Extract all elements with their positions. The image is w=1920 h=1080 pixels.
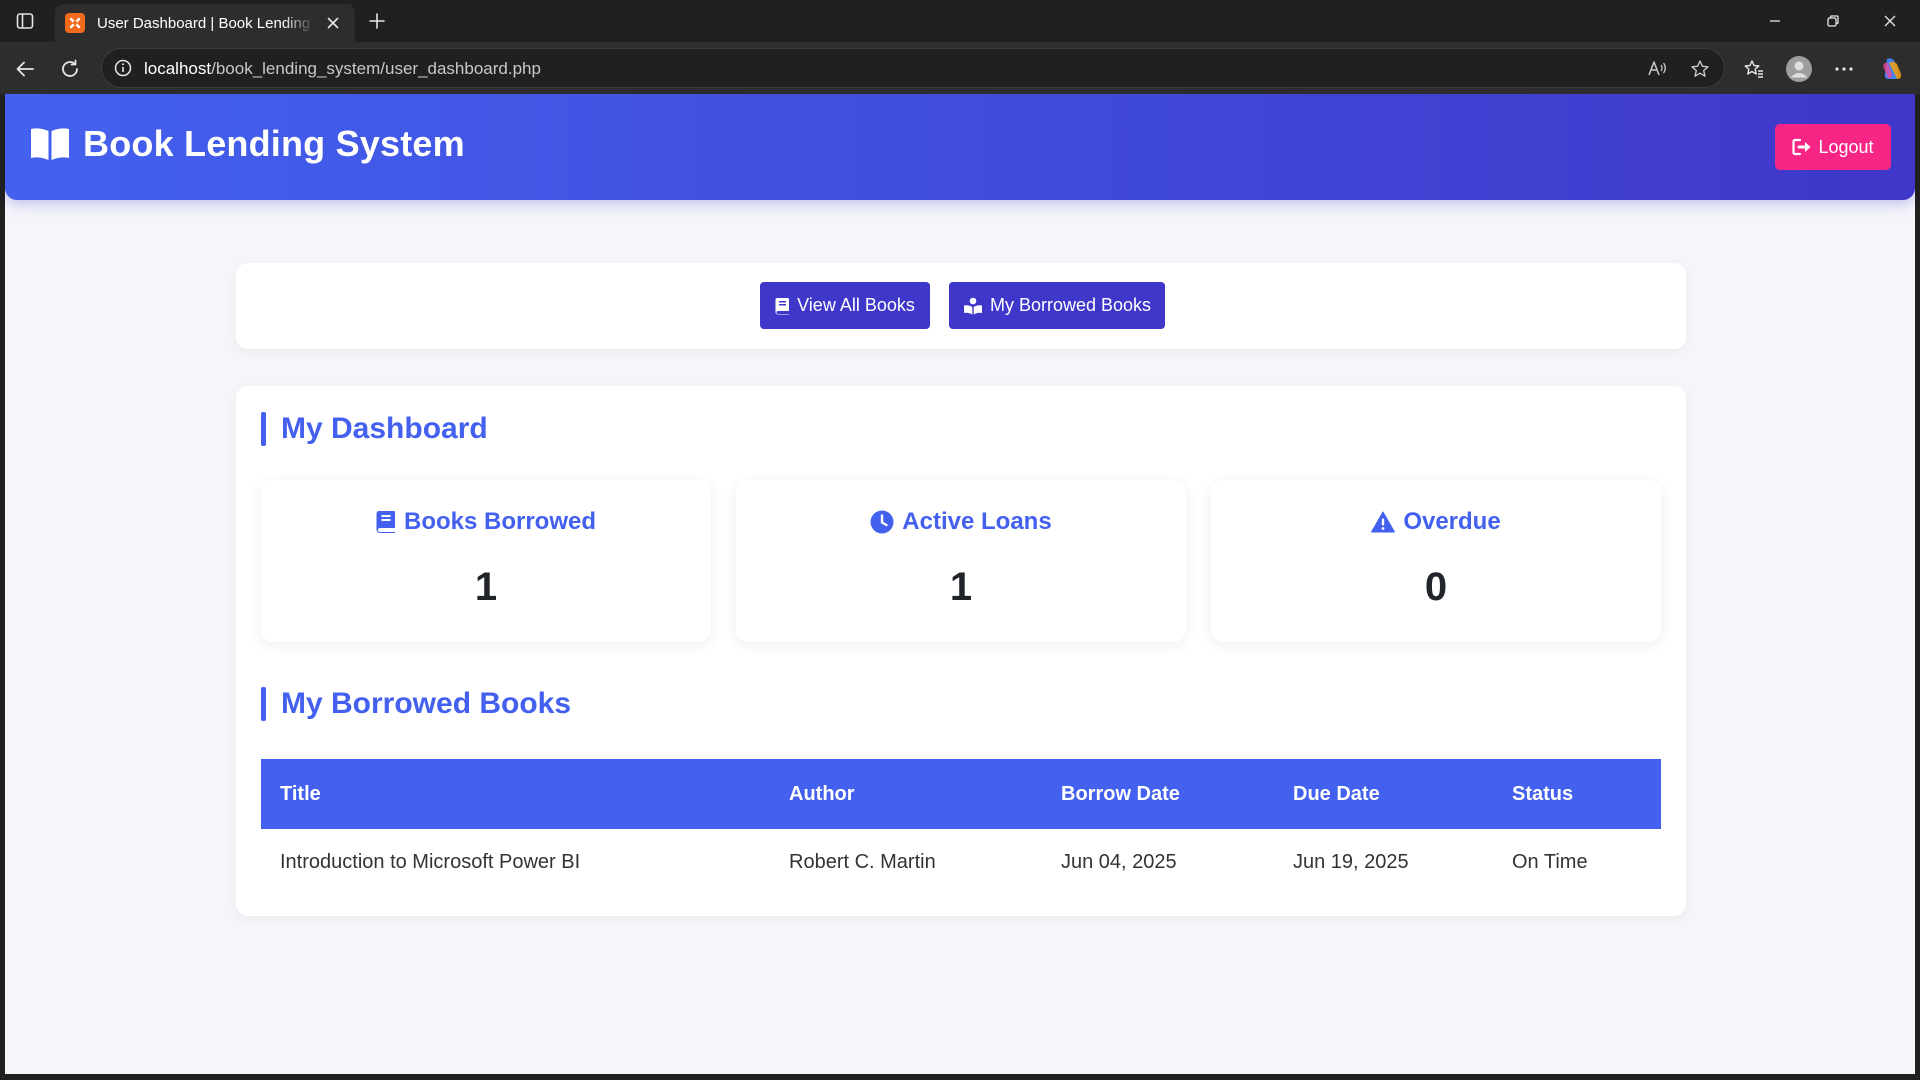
view-all-books-label: View All Books [797,295,915,315]
close-icon[interactable] [321,11,345,35]
cell-author: Robert C. Martin [789,850,936,873]
app-header: Book Lending System Logout [5,94,1915,200]
dashboard-card: My Dashboard Books Borrowed 1 Active Loa… [236,386,1686,916]
stat-value: 0 [1424,565,1448,609]
close-window-icon[interactable] [1867,6,1913,36]
borrowed-books-title: My Borrowed Books [281,687,572,720]
cell-status: On Time [1512,850,1588,873]
column-header-author: Author [789,782,855,805]
restore-icon[interactable] [1810,6,1856,36]
copilot-icon[interactable] [1877,54,1907,84]
logout-label: Logout [1818,136,1874,157]
cell-borrow-date: Jun 04, 2025 [1061,850,1177,873]
stat-card-active-loans: Active Loans 1 [736,480,1186,642]
browser-toolbar: localhost/book_lending_system/user_dashb… [0,42,1920,94]
my-borrowed-books-label: My Borrowed Books [989,295,1152,315]
my-borrowed-books-button[interactable]: My Borrowed Books [949,282,1165,329]
favorite-star-icon[interactable] [1688,57,1712,81]
warning-icon [1371,511,1396,533]
column-header-status: Status [1512,782,1574,805]
read-aloud-icon[interactable] [1645,57,1669,81]
stat-label: Overdue [1403,508,1501,535]
open-book-icon [31,128,69,160]
browser-tab[interactable]: User Dashboard | Book Lending System [55,4,355,42]
app-title: Book Lending System [83,123,465,164]
heading-accent-bar [261,412,266,446]
column-header-title: Title [280,782,321,805]
stat-card-overdue: Overdue 0 [1211,480,1661,642]
borrowed-books-heading: My Borrowed Books [261,687,571,721]
minimize-icon[interactable] [1752,6,1798,36]
sign-out-icon [1792,138,1811,156]
url-host: localhost [144,59,212,78]
table-header-row: Title Author Borrow Date Due Date Status [261,759,1661,829]
book-reader-icon [963,297,982,314]
logout-button[interactable]: Logout [1775,124,1891,170]
xampp-favicon-icon [65,13,85,33]
dashboard-heading: My Dashboard [261,412,488,446]
dashboard-title: My Dashboard [281,412,488,445]
browser-tab-bar: User Dashboard | Book Lending System [0,0,1920,42]
brand[interactable]: Book Lending System [29,123,465,165]
site-info-icon[interactable] [113,58,133,78]
borrowed-books-table: Title Author Borrow Date Due Date Status… [261,759,1661,895]
cell-title: Introduction to Microsoft Power BI [280,850,581,873]
view-all-books-button[interactable]: View All Books [760,282,930,329]
stat-value: 1 [949,565,973,609]
stat-card-books-borrowed: Books Borrowed 1 [261,480,711,642]
clock-icon [870,510,894,534]
sidebar-toggle-icon[interactable] [12,9,38,33]
book-icon [775,297,790,314]
reload-icon[interactable] [55,54,85,84]
url-text[interactable]: localhost/book_lending_system/user_dashb… [144,59,541,79]
stat-label: Active Loans [902,508,1052,535]
book-icon [376,511,395,533]
new-tab-icon[interactable] [364,8,390,34]
table-row: Introduction to Microsoft Power BI Rober… [261,829,1661,895]
back-icon[interactable] [10,54,40,84]
stat-label: Books Borrowed [403,508,597,535]
column-header-borrow-date: Borrow Date [1061,782,1180,805]
favorites-icon[interactable] [1739,54,1769,84]
profile-avatar-icon[interactable] [1784,54,1814,84]
navigation-card: View All Books My Borrowed Books [236,263,1686,349]
url-path: /book_lending_system/user_dashboard.php [211,59,541,78]
cell-due-date: Jun 19, 2025 [1293,850,1409,873]
stat-header: Overdue [1211,508,1661,536]
stat-value: 1 [474,565,498,609]
stat-header: Active Loans [736,508,1186,536]
page-viewport: Book Lending System Logout View All Book… [5,94,1915,1074]
stat-header: Books Borrowed [261,508,711,536]
tab-title: User Dashboard | Book Lending System [97,14,315,32]
heading-accent-bar [261,687,266,721]
more-options-icon[interactable] [1829,54,1859,84]
column-header-due-date: Due Date [1293,782,1380,805]
address-bar[interactable]: localhost/book_lending_system/user_dashb… [101,48,1725,88]
